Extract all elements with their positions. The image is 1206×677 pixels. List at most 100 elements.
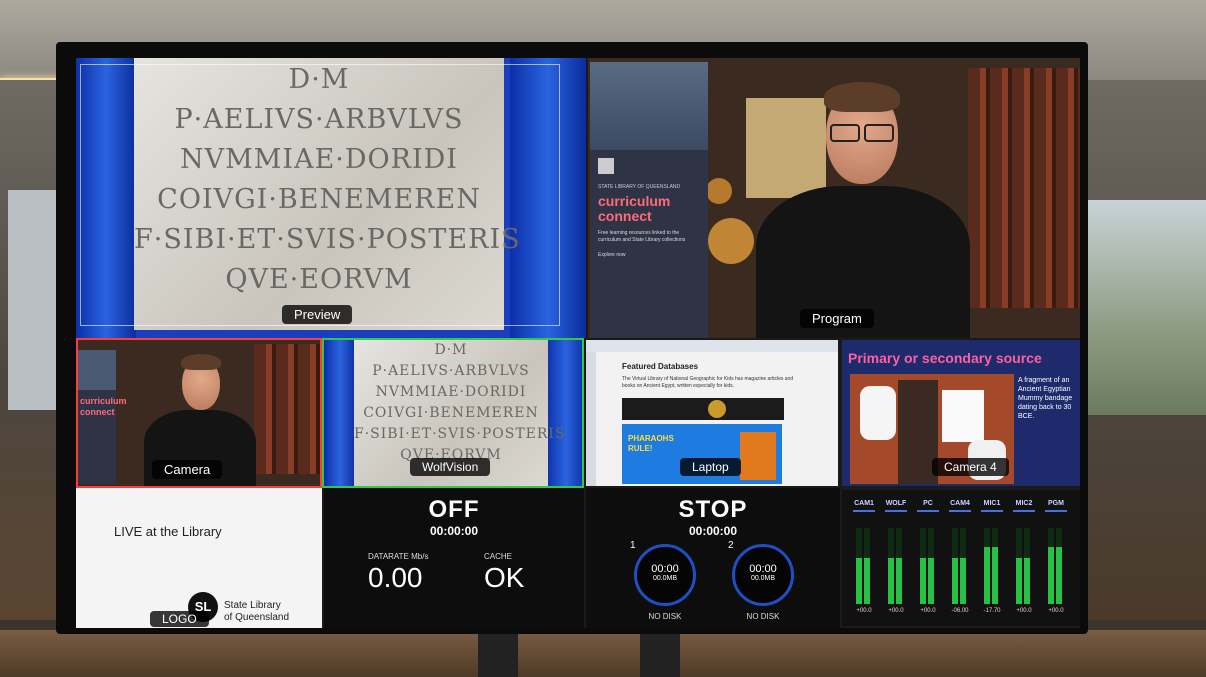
doorway-light bbox=[746, 98, 826, 198]
datarate-value: 0.00 bbox=[368, 562, 423, 593]
channel-label: CAM1 bbox=[854, 500, 874, 507]
meter-level bbox=[984, 547, 990, 604]
audio-channel: WOLF +00.0 bbox=[882, 490, 910, 618]
camera4-label: Camera 4 bbox=[932, 458, 1009, 476]
channel-label: MIC2 bbox=[1015, 500, 1033, 507]
banner-small: curriculum connect bbox=[78, 350, 127, 484]
audio-channel: PGM +00.0 bbox=[1042, 490, 1070, 618]
disk1-size: 00.0MB bbox=[652, 575, 678, 582]
poster-title: PHARAOHS bbox=[628, 434, 674, 443]
meter-level bbox=[928, 558, 934, 604]
record-status-tile: STOP 00:00:00 1 00:00 00.0MB NO DISK 2 0… bbox=[586, 488, 840, 628]
banner-title: connect bbox=[598, 208, 652, 224]
presenter-hair bbox=[181, 354, 221, 370]
browser-sidebar bbox=[586, 352, 596, 486]
preview-label: Preview bbox=[282, 305, 353, 324]
channel-label: CAM4 bbox=[950, 500, 970, 507]
bookshelf bbox=[968, 68, 1080, 308]
channel-value: -17.70 bbox=[983, 608, 1001, 614]
disk1-number: 1 bbox=[630, 540, 636, 551]
program-label: Program bbox=[800, 309, 874, 328]
channel-label: PC bbox=[923, 500, 933, 507]
glasses bbox=[830, 124, 860, 142]
golden-mask bbox=[708, 400, 726, 418]
org-name-line2: of Queensland bbox=[224, 612, 290, 623]
wolfvision-label: WolfVision bbox=[410, 458, 491, 476]
channel-label: PGM bbox=[1048, 500, 1064, 507]
laptop-body: The Virtual Library of National Geograph… bbox=[622, 376, 794, 389]
poster-art bbox=[740, 432, 776, 480]
inscription-line: P·AELIVS·ARBVLVS bbox=[372, 363, 530, 379]
camera4-tile[interactable]: Primary or secondary source A fragment o… bbox=[842, 340, 1080, 486]
browser-toolbar bbox=[586, 340, 838, 352]
disk2-time: 00:00 bbox=[749, 563, 777, 575]
meter-bar bbox=[1024, 528, 1030, 604]
blue-cloth bbox=[324, 340, 356, 486]
meter-bar bbox=[888, 528, 894, 604]
cache-value: OK bbox=[484, 562, 525, 593]
channel-value: +00.0 bbox=[888, 608, 904, 614]
inscription-line: NVMMIAE·DORIDI bbox=[375, 384, 527, 400]
camera4-caption: A fragment of an Ancient Egyptian Mummy … bbox=[1018, 377, 1073, 420]
meter-bar bbox=[952, 528, 958, 604]
meter-bar bbox=[960, 528, 966, 604]
datarate-label: DATARATE Mb/s bbox=[368, 552, 429, 561]
globe bbox=[706, 178, 732, 204]
channel-label: MIC1 bbox=[983, 500, 1001, 507]
camera4-heading: Primary or secondary source bbox=[848, 350, 1042, 366]
disk1-time: 00:00 bbox=[651, 563, 679, 575]
audio-channel: MIC1 -17.70 bbox=[978, 490, 1006, 618]
meter-level bbox=[1056, 547, 1062, 604]
disk2-number: 2 bbox=[728, 540, 734, 551]
channel-label: WOLF bbox=[885, 500, 907, 507]
meter-level bbox=[1048, 547, 1054, 604]
banner-title: curriculum bbox=[80, 396, 127, 406]
meter-bar bbox=[856, 528, 862, 604]
channel-indicator bbox=[885, 510, 907, 512]
preview-tile[interactable]: D·M P·AELIVS·ARBVLVS NVMMIAE·DORIDI COIVGI·… bbox=[76, 58, 586, 338]
meter-bar bbox=[984, 528, 990, 604]
glove bbox=[860, 386, 896, 440]
meter-bar bbox=[928, 528, 934, 604]
nat-geo-banner bbox=[622, 398, 784, 420]
banner-photo bbox=[590, 62, 708, 150]
window-right bbox=[1088, 200, 1206, 415]
disk2-size: 00.0MB bbox=[750, 575, 776, 582]
lower-third-text: LIVE at the Library bbox=[114, 524, 222, 539]
meter-level bbox=[856, 558, 862, 604]
audio-channel: CAM1 +00.0 bbox=[850, 490, 878, 618]
logo-tile[interactable]: LIVE at the Library SL State Library of … bbox=[76, 488, 322, 628]
camera-label: Camera bbox=[152, 460, 223, 479]
record-time: 00:00:00 bbox=[688, 524, 738, 538]
meter-level bbox=[920, 558, 926, 604]
channel-indicator bbox=[1045, 510, 1067, 512]
banner-body: Free learning resources linked to the cu… bbox=[598, 230, 686, 243]
banner-photo bbox=[78, 350, 116, 390]
laptop-tile[interactable]: Featured Databases The Virtual Library o… bbox=[586, 340, 838, 486]
channel-value: -06.00 bbox=[951, 608, 969, 614]
laptop-heading: Featured Databases bbox=[622, 362, 699, 371]
org-name-line1: State Library bbox=[224, 600, 281, 611]
bookshelf bbox=[254, 344, 320, 474]
program-tile[interactable]: STATE LIBRARY OF QUEENSLAND curriculum c… bbox=[588, 58, 1080, 338]
meter-bar bbox=[992, 528, 998, 604]
meter-level bbox=[888, 558, 894, 604]
meter-bar bbox=[920, 528, 926, 604]
monitor-stand bbox=[640, 628, 680, 677]
channel-indicator bbox=[917, 510, 939, 512]
meter-level bbox=[960, 558, 966, 604]
meter-level bbox=[896, 558, 902, 604]
camera-tile[interactable]: curriculum connect Camera bbox=[76, 338, 322, 488]
meter-level bbox=[1024, 558, 1030, 604]
multiview-screen: D·M P·AELIVS·ARBVLVS NVMMIAE·DORIDI COIVGI·… bbox=[76, 58, 1080, 628]
stream-status-tile: OFF 00:00:00 DATARATE Mb/s 0.00 CACHE OK bbox=[324, 488, 584, 628]
disk1-dial: 00:00 00.0MB bbox=[634, 544, 696, 606]
banner-org: STATE LIBRARY OF QUEENSLAND bbox=[598, 184, 681, 190]
meter-level bbox=[952, 558, 958, 604]
channel-indicator bbox=[853, 510, 875, 512]
wolfvision-tile[interactable]: D·M P·AELIVS·ARBVLVS NVMMIAE·DORIDI COIVGI·… bbox=[322, 338, 584, 488]
blue-cloth bbox=[546, 340, 582, 486]
channel-value: +00.0 bbox=[856, 608, 872, 614]
meter-level bbox=[1016, 558, 1022, 604]
banner-title: curriculum bbox=[598, 193, 671, 209]
